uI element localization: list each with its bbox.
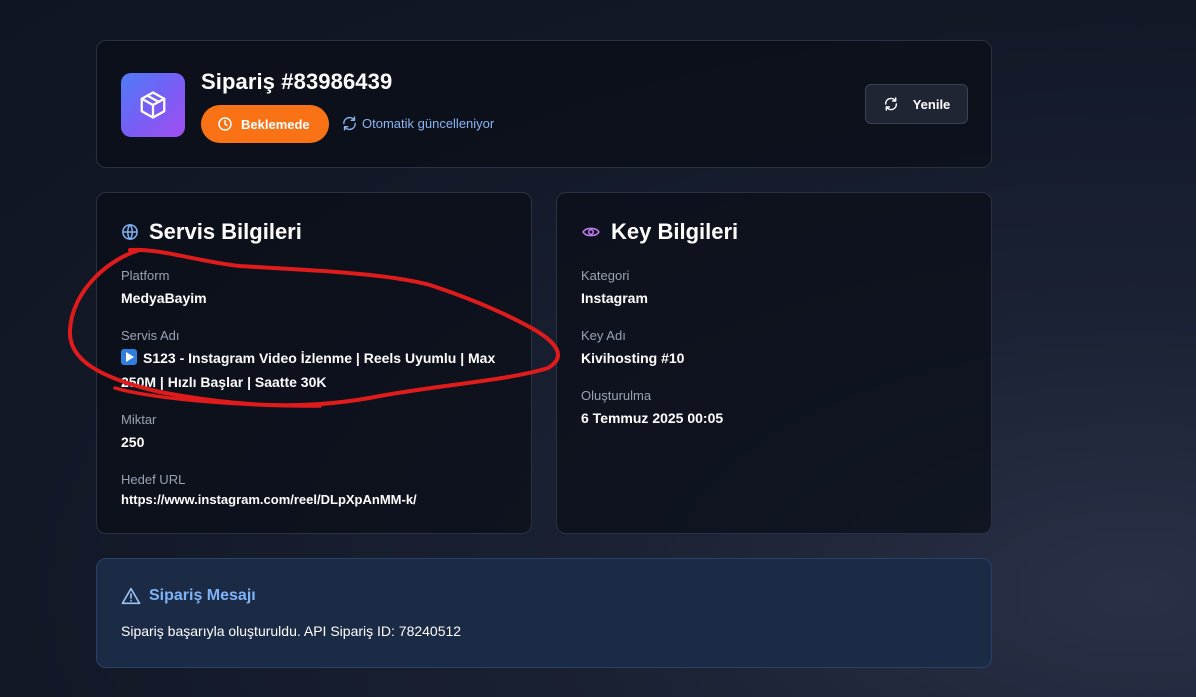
key-name-label: Key Adı xyxy=(581,328,626,343)
category-value: Instagram xyxy=(581,290,648,306)
globe-icon xyxy=(122,223,138,241)
quantity-label: Miktar xyxy=(121,412,157,427)
platform-value: MedyaBayim xyxy=(121,290,207,306)
target-url-label: Hedef URL xyxy=(121,472,186,487)
eye-icon xyxy=(582,227,600,237)
service-info-title: Servis Bilgileri xyxy=(149,219,302,244)
order-message-title: Sipariş Mesajı xyxy=(149,587,256,604)
order-title: Sipariş #83986439 xyxy=(201,69,393,94)
service-info-card: Servis Bilgileri Platform MedyaBayim Ser… xyxy=(96,192,532,534)
platform-label: Platform xyxy=(121,268,170,283)
refresh-button[interactable]: Yenile xyxy=(865,84,968,124)
status-badge: Beklemede xyxy=(201,105,329,143)
order-logo xyxy=(121,73,185,137)
order-header-card: Sipariş #83986439 Beklemede Otomatik gün… xyxy=(96,40,992,168)
auto-update-label: Otomatik güncelleniyor xyxy=(362,116,495,131)
key-name-value: Kivihosting #10 xyxy=(581,350,685,366)
created-value: 6 Temmuz 2025 00:05 xyxy=(581,410,724,426)
target-url-value[interactable]: https://www.instagram.com/reel/DLpXpAnMM… xyxy=(121,488,511,512)
key-info-heading: Key Bilgileri xyxy=(581,219,738,245)
box-icon xyxy=(140,91,166,119)
refresh-icon xyxy=(884,97,897,111)
quantity-value: 250 xyxy=(121,434,145,450)
service-name-label: Servis Adı xyxy=(121,328,180,343)
refresh-label: Yenile xyxy=(912,96,951,112)
order-message-text: Sipariş başarıyla oluşturuldu. API Sipar… xyxy=(121,623,462,639)
status-label: Beklemede xyxy=(241,116,310,132)
warning-icon xyxy=(121,587,141,605)
order-message-heading: Sipariş Mesajı xyxy=(121,587,256,605)
key-info-card: Key Bilgileri Kategori Instagram Key Adı… xyxy=(556,192,992,534)
category-label: Kategori xyxy=(581,268,630,283)
service-name-text: S123 - Instagram Video İzlenme | Reels U… xyxy=(121,350,496,390)
auto-update-indicator: Otomatik güncelleniyor xyxy=(341,115,494,132)
sync-icon xyxy=(343,116,356,131)
service-info-heading: Servis Bilgileri xyxy=(121,219,302,245)
created-label: Oluşturulma xyxy=(581,388,652,403)
play-icon xyxy=(121,349,137,365)
service-name-value: S123 - Instagram Video İzlenme | Reels U… xyxy=(121,346,511,394)
key-info-title: Key Bilgileri xyxy=(611,219,739,244)
order-message-card: Sipariş Mesajı Sipariş başarıyla oluştur… xyxy=(96,558,992,668)
clock-icon xyxy=(218,117,232,131)
